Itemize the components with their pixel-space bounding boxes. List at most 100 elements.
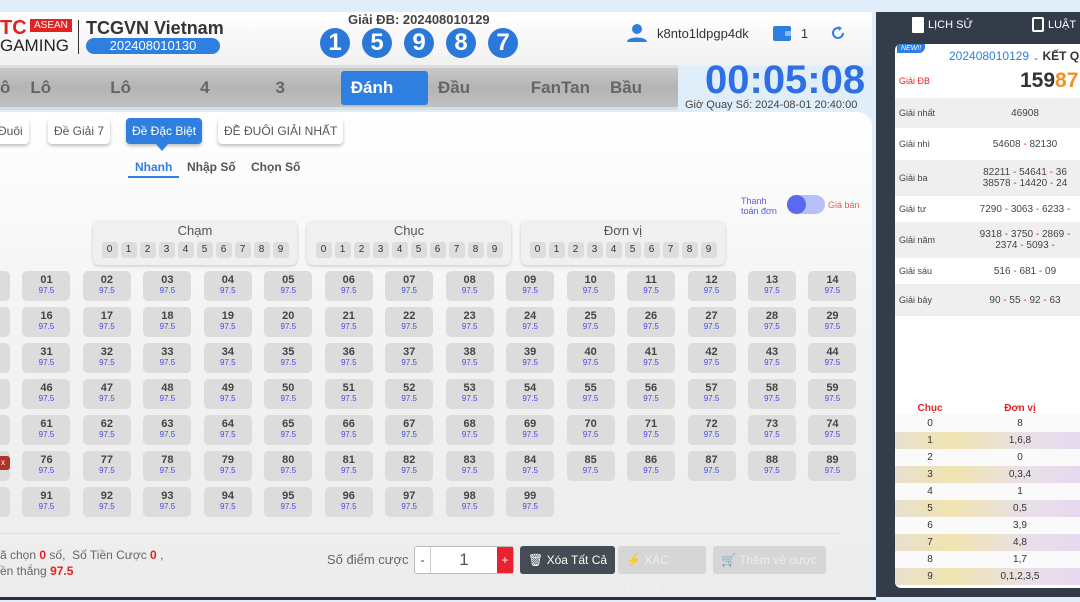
number-cell[interactable]: 35 97.5 — [264, 343, 313, 373]
digit-button[interactable]: 4 — [177, 242, 194, 258]
number-cell[interactable]: 92 97.5 — [82, 487, 131, 517]
rules-tab[interactable]: LUẬT — [1032, 17, 1076, 32]
number-cell[interactable]: 32 97.5 — [82, 343, 131, 373]
digit-button[interactable]: 6 — [215, 242, 232, 258]
number-cell[interactable]: 67 97.5 — [385, 415, 434, 445]
number-cell[interactable]: 98 97.5 — [445, 487, 494, 517]
number-cell[interactable]: 07 97.5 — [385, 271, 434, 301]
number-cell[interactable]: 61 97.5 — [22, 415, 71, 445]
nav-item[interactable]: 4 Càng — [190, 71, 265, 131]
confirm-button[interactable]: ⚡ XÁC NHẬN — [618, 546, 706, 595]
digit-button[interactable]: 1 — [120, 242, 137, 258]
number-cell[interactable]: 31 97.5 — [22, 343, 71, 373]
number-cell[interactable]: 48 97.5 — [143, 379, 192, 409]
number-cell[interactable]: 22 97.5 — [385, 307, 434, 337]
digit-button[interactable]: 4 — [605, 242, 622, 258]
nav-item[interactable]: Lô Trượt — [100, 71, 190, 131]
mode-nhanh[interactable]: Nhanh — [128, 160, 180, 178]
digit-button[interactable]: 5 — [624, 242, 641, 258]
history-tab[interactable]: LỊCH SỬ — [912, 17, 973, 33]
number-cell[interactable]: 49 97.5 — [203, 379, 252, 409]
number-cell[interactable]: 65 97.5 — [264, 415, 313, 445]
number-cell[interactable]: 12 97.5 — [687, 271, 736, 301]
nav-item[interactable]: Bầu Cu — [600, 71, 678, 131]
number-cell[interactable]: 21 97.5 — [324, 307, 373, 337]
digit-button[interactable]: 3 — [586, 242, 603, 258]
number-cell[interactable]: 3097.5 — [0, 343, 10, 373]
number-cell[interactable]: 1597.5 — [0, 307, 10, 337]
number-cell[interactable]: 51 97.5 — [324, 379, 373, 409]
number-cell[interactable]: 03 97.5 — [143, 271, 192, 301]
digit-button[interactable]: 5 — [196, 242, 213, 258]
number-cell[interactable]: 74 97.5 — [808, 415, 857, 445]
number-cell[interactable]: 25 97.5 — [566, 307, 615, 337]
digit-button[interactable]: 9 — [700, 242, 717, 258]
nav-item[interactable]: ô — [0, 71, 20, 105]
digit-button[interactable]: 7 — [448, 242, 465, 258]
increment-button[interactable]: + — [497, 547, 513, 573]
number-cell[interactable]: 80 97.5 — [264, 451, 313, 481]
number-cell[interactable]: 78 97.5 — [143, 451, 192, 481]
number-cell[interactable]: 52 97.5 — [385, 379, 434, 409]
number-cell[interactable]: 17 97.5 — [82, 307, 131, 337]
digit-button[interactable]: 3 — [158, 242, 175, 258]
number-cell[interactable]: 79 97.5 — [203, 451, 252, 481]
digit-button[interactable]: 0 — [529, 242, 546, 258]
number-cell[interactable]: 99 97.5 — [506, 487, 555, 517]
number-cell[interactable]: 50 97.5 — [264, 379, 313, 409]
add-ticket-button[interactable]: 🛒 Thêm vé cược — [713, 546, 826, 574]
number-cell[interactable]: 63 97.5 — [143, 415, 192, 445]
subtab-de-duoi-giai-nhat[interactable]: ĐỀ ĐUÔI GIẢI NHẤT — [218, 118, 344, 144]
number-cell[interactable]: 95 97.5 — [264, 487, 313, 517]
number-cell[interactable]: 13 97.5 — [747, 271, 796, 301]
number-cell[interactable]: 84 97.5 — [506, 451, 555, 481]
number-cell[interactable]: 01 97.5 — [22, 271, 71, 301]
mode-nhap-so[interactable]: Nhập Số — [187, 160, 236, 174]
number-cell[interactable]: 10 97.5 — [566, 271, 615, 301]
digit-button[interactable]: 2 — [139, 242, 156, 258]
nav-item[interactable]: Đánh Đề — [340, 70, 428, 131]
number-cell[interactable]: 86 97.5 — [627, 451, 676, 481]
number-cell[interactable]: 53 97.5 — [445, 379, 494, 409]
number-cell[interactable]: 06 97.5 — [324, 271, 373, 301]
number-cell[interactable]: 24 97.5 — [506, 307, 555, 337]
number-cell[interactable]: 81 97.5 — [324, 451, 373, 481]
number-cell[interactable]: 29 97.5 — [808, 307, 857, 337]
nav-item[interactable]: 3 Càng — [265, 71, 340, 131]
number-cell[interactable]: 44 97.5 — [808, 343, 857, 373]
digit-button[interactable]: 2 — [353, 242, 370, 258]
number-cell[interactable]: 08 97.5 — [445, 271, 494, 301]
nav-item[interactable]: FanTan — [521, 71, 600, 105]
number-cell[interactable]: 38 97.5 — [445, 343, 494, 373]
number-cell[interactable]: 68 97.5 — [445, 415, 494, 445]
number-cell[interactable]: 04 97.5 — [203, 271, 252, 301]
number-cell[interactable]: 11 97.5 — [627, 271, 676, 301]
digit-button[interactable]: 2 — [567, 242, 584, 258]
number-cell[interactable]: 82 97.5 — [385, 451, 434, 481]
number-cell[interactable]: 0097.5 — [0, 271, 10, 301]
number-cell[interactable]: 23 97.5 — [445, 307, 494, 337]
number-cell[interactable]: 42 97.5 — [687, 343, 736, 373]
number-cell[interactable]: 34 97.5 — [203, 343, 252, 373]
number-cell[interactable]: 19 97.5 — [203, 307, 252, 337]
refresh-icon[interactable] — [830, 25, 846, 41]
number-cell[interactable]: 9097.5 — [0, 487, 10, 517]
digit-button[interactable]: 6 — [643, 242, 660, 258]
nav-item[interactable]: Đầu Đuôi — [428, 71, 521, 131]
decrement-button[interactable]: - — [415, 547, 431, 573]
number-cell[interactable]: 6097.5 — [0, 415, 10, 445]
number-cell[interactable]: 66 97.5 — [324, 415, 373, 445]
nav-item[interactable]: Lô Xiên — [20, 71, 100, 131]
digit-button[interactable]: 8 — [253, 242, 270, 258]
number-cell[interactable]: 59 97.5 — [808, 379, 857, 409]
number-cell[interactable]: 88 97.5 — [747, 451, 796, 481]
number-cell[interactable]: 27 97.5 — [687, 307, 736, 337]
number-cell[interactable]: 72 97.5 — [687, 415, 736, 445]
digit-button[interactable]: 8 — [681, 242, 698, 258]
number-cell[interactable]: 97 97.5 — [385, 487, 434, 517]
digit-button[interactable]: 8 — [467, 242, 484, 258]
digit-button[interactable]: 7 — [662, 242, 679, 258]
number-cell[interactable]: 39 97.5 — [506, 343, 555, 373]
number-cell[interactable]: 85 97.5 — [566, 451, 615, 481]
number-cell[interactable]: 40 97.5 — [566, 343, 615, 373]
